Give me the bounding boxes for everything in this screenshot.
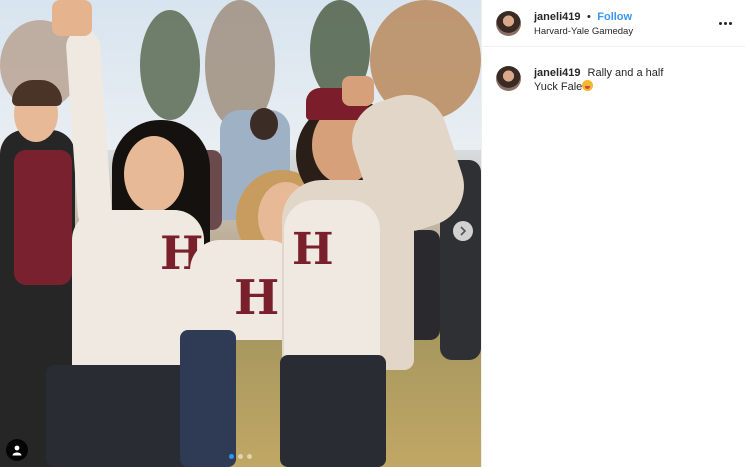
user-tag-icon — [12, 445, 22, 456]
girl1-face — [124, 136, 184, 212]
tree — [140, 10, 200, 120]
sweater-h-logo: H — [234, 270, 280, 326]
caption-line-1: Rally and a half — [587, 67, 664, 79]
follow-button[interactable]: Follow — [597, 11, 632, 23]
location-link[interactable]: Harvard-Yale Gameday — [534, 25, 717, 38]
sweater-h-logo: H — [292, 224, 334, 275]
caption-line-2-wrap: Yuck Fale — [534, 80, 663, 94]
instagram-post: H H H janeli419 • Follow Harvard-Yale Ga… — [0, 0, 745, 467]
carousel-next-button[interactable] — [453, 221, 473, 241]
caption-line-2: Yuck Fale — [534, 81, 583, 93]
caption-comment: janeli419 Rally and a half Yuck Fale — [482, 47, 745, 94]
raised-hand — [52, 0, 92, 36]
more-options-icon[interactable] — [717, 15, 733, 31]
post-sidebar: janeli419 • Follow Harvard-Yale Gameday … — [481, 0, 745, 467]
carousel-dot — [229, 454, 234, 459]
carousel-dot — [247, 454, 252, 459]
face-with-tongue-emoji — [582, 80, 594, 91]
caption-username[interactable]: janeli419 — [534, 67, 580, 79]
carousel-dot — [238, 454, 243, 459]
post-header: janeli419 • Follow Harvard-Yale Gameday — [482, 0, 745, 47]
username-link[interactable]: janeli419 — [534, 11, 580, 23]
user-tag-button[interactable] — [6, 439, 28, 461]
hand-on-cap — [342, 76, 374, 106]
black-pants — [280, 355, 386, 467]
carousel-indicator — [0, 454, 481, 459]
background-person-head — [250, 108, 278, 140]
blue-jeans — [180, 330, 236, 467]
avatar[interactable] — [496, 10, 521, 36]
caption-text: janeli419 Rally and a half Yuck Fale — [534, 66, 663, 94]
separator-dot: • — [586, 10, 591, 23]
man-hair — [12, 80, 62, 106]
avatar[interactable] — [496, 66, 521, 91]
header-meta: janeli419 • Follow Harvard-Yale Gameday — [534, 9, 717, 38]
maroon-shirt — [14, 150, 72, 285]
post-photo[interactable]: H H H — [0, 0, 481, 467]
chevron-right-icon — [460, 226, 467, 236]
